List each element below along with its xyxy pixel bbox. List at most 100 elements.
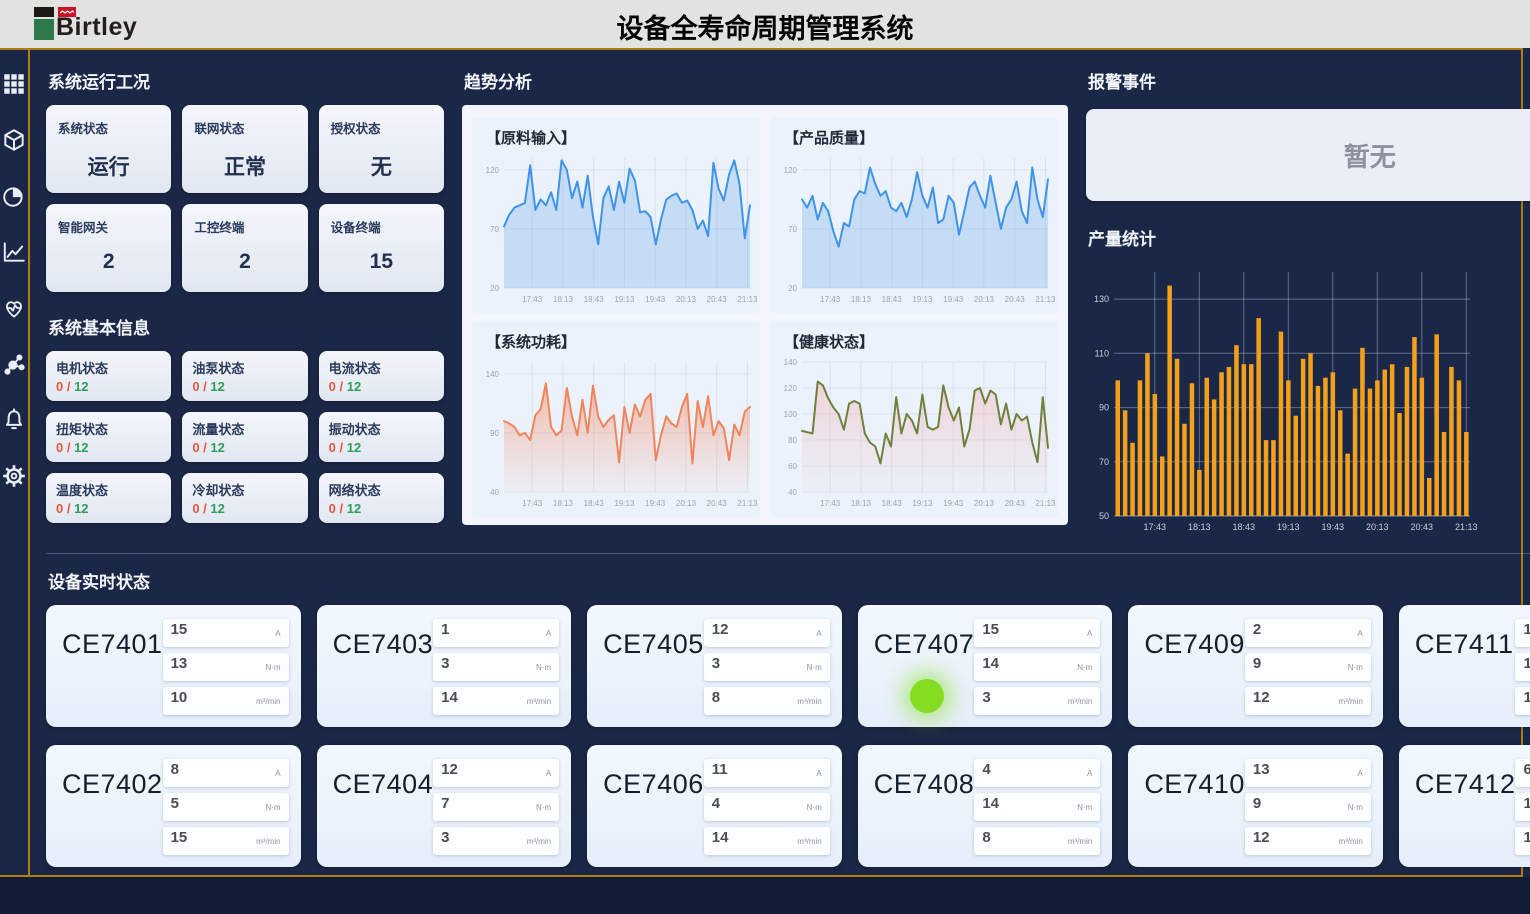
device-card-ce7408[interactable]: CE7408 4A 14N·m 8m³/min [858,745,1113,867]
trend-column: 趋势分析 【原料输入】 120702017:4318:1318:4319:131… [462,66,1068,539]
devices-section: 设备实时状态 CE7401 15A 13N·m 10m³/min CE7403 … [46,553,1530,867]
status-card-ipc-terminal[interactable]: 工控终端 2 [182,204,307,292]
device-card-ce7401[interactable]: CE7401 15A 13N·m 10m³/min [46,605,301,727]
bell-icon[interactable] [0,406,28,434]
apps-grid-icon[interactable] [0,70,28,98]
svg-text:18:43: 18:43 [882,499,903,508]
device-card-ce7407[interactable]: CE7407 15A 14N·m 3m³/min [858,605,1113,727]
device-card-ce7412[interactable]: CE7412 6A 15N·m 10m³/min [1399,745,1530,867]
device-metric-current: 12A [433,759,559,787]
device-card-ce7405[interactable]: CE7405 12A 3N·m 8m³/min [587,605,842,727]
info-card-flow[interactable]: 流量状态 0 / 12 [182,412,307,462]
svg-text:20:13: 20:13 [974,499,995,508]
device-name: CE7404 [333,769,434,855]
info-card-network-status[interactable]: 网络状态 0 / 12 [319,473,444,523]
info-card-vibration[interactable]: 振动状态 0 / 12 [319,412,444,462]
svg-text:19:13: 19:13 [614,499,635,508]
svg-text:17:43: 17:43 [522,499,543,508]
devices-heading: 设备实时状态 [48,568,1530,593]
svg-text:20:13: 20:13 [676,295,697,304]
device-name: CE7401 [62,629,163,715]
device-metric-torque: 9N·m [1245,793,1371,821]
device-name: CE7406 [603,769,704,855]
device-metric-flow: 14m³/min [433,687,559,715]
svg-text:20:43: 20:43 [707,295,728,304]
device-metric-current: 1A [433,619,559,647]
cube-icon[interactable] [0,126,28,154]
bottom-bar [0,877,1530,914]
device-card-ce7410[interactable]: CE7410 13A 9N·m 12m³/min [1128,745,1383,867]
line-chart-icon[interactable] [0,238,28,266]
system-status-heading: 系统运行工况 [48,68,444,93]
status-card-license[interactable]: 授权状态 无 [319,105,444,193]
device-name: CE7408 [874,769,975,855]
chart-title: 【系统功耗】 [486,331,758,352]
svg-text:18:13: 18:13 [553,499,574,508]
device-name: CE7402 [62,769,163,855]
device-metric-torque: 5N·m [163,793,289,821]
svg-text:20: 20 [490,284,499,293]
svg-text:40: 40 [788,488,797,497]
device-metric-flow: 11m³/min [1515,687,1530,715]
status-card-system[interactable]: 系统状态 运行 [46,105,171,193]
info-card-temperature[interactable]: 温度状态 0 / 12 [46,473,171,523]
health-heart-icon[interactable] [0,294,28,322]
svg-text:21:13: 21:13 [737,295,758,304]
system-column: 系统运行工况 系统状态 运行 联网状态 正常 授权状态 无 [46,66,444,539]
main-area: 系统运行工况 系统状态 运行 联网状态 正常 授权状态 无 [0,48,1523,877]
svg-text:120: 120 [486,166,500,175]
svg-text:18:43: 18:43 [584,295,605,304]
svg-text:40: 40 [490,488,499,497]
info-card-cooling[interactable]: 冷却状态 0 / 12 [182,473,307,523]
info-card-current[interactable]: 电流状态 0 / 12 [319,351,444,401]
gear-icon[interactable] [0,462,28,490]
device-metric-torque: 7N·m [433,793,559,821]
device-metric-current: 8A [163,759,289,787]
device-card-ce7406[interactable]: CE7406 11A 4N·m 14m³/min [587,745,842,867]
device-metric-current: 11A [704,759,830,787]
svg-text:17:43: 17:43 [522,295,543,304]
chart-title: 【产品质量】 [784,127,1056,148]
svg-text:19:13: 19:13 [1277,522,1300,532]
svg-text:70: 70 [788,225,797,234]
status-card-network[interactable]: 联网状态 正常 [182,105,307,193]
svg-text:17:43: 17:43 [820,499,841,508]
info-card-torque[interactable]: 扭矩状态 0 / 12 [46,412,171,462]
device-name: CE7410 [1144,769,1245,855]
device-name: CE7412 [1415,769,1516,855]
pie-chart-icon[interactable] [0,182,28,210]
device-name: CE7405 [603,629,704,715]
device-metric-current: 4A [974,759,1100,787]
status-card-device-terminal[interactable]: 设备终端 15 [319,204,444,292]
device-card-ce7404[interactable]: CE7404 12A 7N·m 3m³/min [317,745,572,867]
svg-text:110: 110 [1095,348,1109,358]
svg-text:19:13: 19:13 [614,295,635,304]
molecule-icon[interactable] [0,350,28,378]
svg-text:20:13: 20:13 [676,499,697,508]
device-metric-current: 15A [974,619,1100,647]
svg-text:50: 50 [1099,511,1109,521]
device-metric-flow: 12m³/min [1245,827,1371,855]
status-card-gateway[interactable]: 智能网关 2 [46,204,171,292]
device-metric-flow: 10m³/min [1515,827,1530,855]
svg-text:21:13: 21:13 [1455,522,1478,532]
device-card-ce7403[interactable]: CE7403 1A 3N·m 14m³/min [317,605,572,727]
svg-text:20:13: 20:13 [1366,522,1389,532]
raw-input-chart: 120702017:4318:1318:4319:1319:4320:1320:… [478,148,758,306]
info-card-motor[interactable]: 电机状态 0 / 12 [46,351,171,401]
device-metric-flow: 3m³/min [433,827,559,855]
device-card-ce7411[interactable]: CE7411 10A 15N·m 11m³/min [1399,605,1530,727]
svg-text:18:13: 18:13 [851,295,872,304]
trend-tile-raw-input: 【原料输入】 120702017:4318:1318:4319:1319:432… [472,117,760,313]
svg-text:21:13: 21:13 [737,499,758,508]
device-metric-flow: 14m³/min [704,827,830,855]
device-card-ce7409[interactable]: CE7409 2A 9N·m 12m³/min [1128,605,1383,727]
device-metric-flow: 8m³/min [974,827,1100,855]
info-card-oil-pump[interactable]: 油泵状态 0 / 12 [182,351,307,401]
svg-text:21:13: 21:13 [1035,295,1056,304]
svg-text:19:43: 19:43 [943,295,964,304]
device-card-ce7402[interactable]: CE7402 8A 5N·m 15m³/min [46,745,301,867]
trend-panel: 【原料输入】 120702017:4318:1318:4319:1319:432… [462,105,1068,525]
svg-text:18:13: 18:13 [553,295,574,304]
svg-text:20: 20 [788,284,797,293]
